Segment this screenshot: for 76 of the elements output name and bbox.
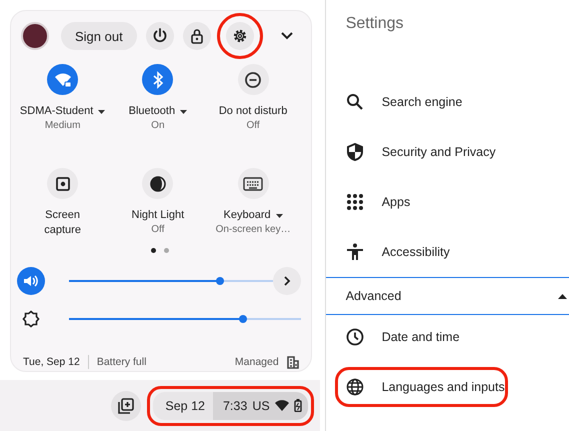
settings-icon: [232, 28, 248, 44]
tile-status: Off: [151, 224, 164, 235]
page-dot[interactable]: [164, 248, 169, 253]
menu-item-label: Languages and inputs: [382, 380, 505, 394]
caret-icon: [558, 294, 567, 298]
tile-label: Bluetooth: [128, 104, 176, 119]
settings-menu-item[interactable]: Languages and inputs: [334, 367, 508, 407]
keyboard-icon: [243, 176, 264, 190]
caret-icon: [180, 110, 188, 114]
dnd-toggle[interactable]: [238, 64, 269, 95]
power-icon: [152, 28, 168, 44]
globe-icon: [346, 378, 364, 396]
avatar[interactable]: [21, 22, 49, 50]
search-icon: [346, 93, 364, 111]
date-label[interactable]: Tue, Sep 12: [23, 356, 80, 368]
menu-item-label: Accessibility: [382, 245, 450, 259]
tile-label: Do not disturb: [218, 104, 288, 119]
lock-icon: [190, 28, 204, 44]
wifi-icon: [274, 400, 289, 411]
tile-label: SDMA-Student: [20, 104, 94, 119]
tile-label: Night Light: [132, 208, 184, 223]
more-button[interactable]: [272, 267, 301, 295]
advanced-section-toggle[interactable]: Advanced: [326, 277, 569, 315]
building-icon: [286, 356, 299, 368]
menu-item-label: Date and time: [382, 330, 460, 344]
settings-title: Settings: [344, 14, 405, 34]
bluetooth-icon: [152, 70, 164, 88]
settings-menu-item[interactable]: Apps: [326, 177, 569, 227]
chevron-right-icon: [282, 275, 291, 287]
tote-icon: [117, 396, 136, 414]
lock-button[interactable]: [182, 22, 211, 50]
capture-toggle[interactable]: [47, 168, 78, 199]
menu-item-label: Apps: [382, 195, 410, 209]
speaker-icon[interactable]: [17, 267, 45, 295]
slider-thumb[interactable]: [216, 277, 224, 285]
input-method: US: [252, 398, 270, 412]
slider-thumb[interactable]: [238, 315, 247, 323]
caret-icon: [276, 214, 283, 218]
page-dot[interactable]: [150, 248, 156, 253]
tile-label: Screen capture: [43, 208, 82, 238]
menu-item-label: Security and Privacy: [382, 145, 496, 159]
bluetooth-toggle[interactable]: [142, 64, 174, 95]
shield-icon: [346, 143, 364, 161]
wifi-toggle[interactable]: [47, 64, 78, 95]
advanced-label: Advanced: [346, 289, 402, 303]
tile-status: Medium: [44, 120, 80, 131]
settings-button[interactable]: [226, 22, 254, 50]
power-button[interactable]: [146, 22, 174, 50]
status-tray[interactable]: 7:33 US: [212, 392, 308, 420]
tile-status: On: [151, 120, 165, 131]
screen-capture-icon: [54, 176, 71, 192]
tile-status: On-screen key…: [216, 224, 291, 235]
wifi-lock-icon: [54, 72, 72, 88]
settings-menu-item[interactable]: Date and time: [326, 315, 569, 359]
clock-time: 7:33: [222, 398, 248, 412]
half-moon-icon: [148, 174, 167, 192]
battery-icon: [294, 399, 302, 412]
sign-out-button[interactable]: Sign out: [61, 22, 137, 50]
tote-button[interactable]: [111, 390, 142, 420]
tile-label: Keyboard: [224, 208, 271, 223]
settings-menu-item[interactable]: Security and Privacy: [326, 127, 569, 177]
chevron-icon: [280, 31, 294, 41]
menu-item-label: Search engine: [382, 95, 462, 109]
accessibility-icon: [346, 243, 364, 261]
managed-label: Managed: [234, 356, 279, 368]
apps-grid-icon: [346, 193, 364, 211]
settings-menu-item[interactable]: Search engine: [326, 77, 569, 127]
settings-menu-item[interactable]: Accessibility: [326, 227, 569, 277]
clock-icon: [346, 328, 364, 346]
caret-icon: [98, 110, 106, 114]
night-toggle[interactable]: [142, 168, 174, 199]
keyboard-toggle[interactable]: [238, 168, 269, 199]
battery-status: Battery full: [96, 356, 146, 368]
shelf-date[interactable]: Sep 12: [153, 392, 213, 420]
tile-status: Off: [246, 120, 260, 131]
do-not-disturb-icon: [244, 70, 262, 88]
